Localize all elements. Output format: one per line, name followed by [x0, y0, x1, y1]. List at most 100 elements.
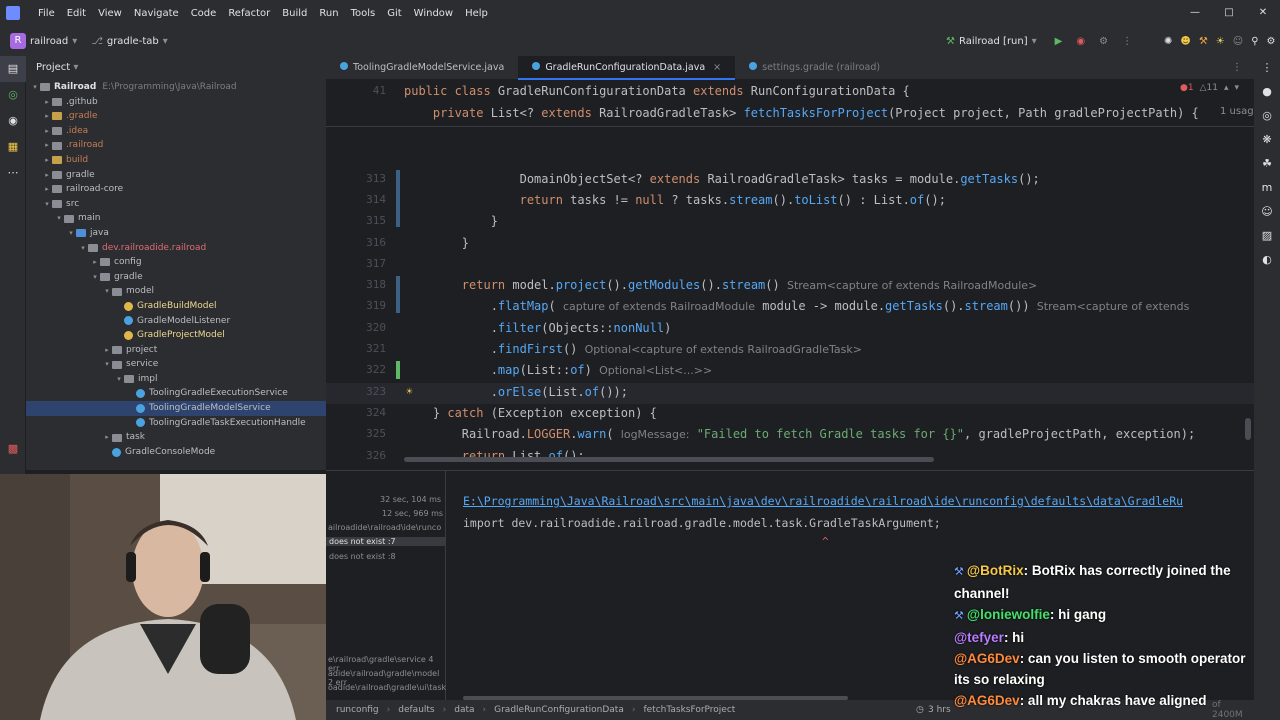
search-icon[interactable]: ⚲ [1251, 36, 1258, 47]
editor-tab[interactable]: settings.gradle (railroad) [735, 56, 894, 80]
usages-hint[interactable]: 1 usag [1220, 106, 1254, 117]
project-tree-item[interactable]: ToolingGradleTaskExecutionHandle [26, 416, 326, 431]
close-tab-icon[interactable]: × [713, 62, 721, 73]
code-line[interactable]: return tasks != null ? tasks.stream().to… [404, 193, 946, 207]
project-tree-item[interactable]: ▾ src [26, 197, 326, 212]
menu-edit[interactable]: Edit [61, 8, 92, 19]
project-tree-item[interactable]: ▸ build [26, 153, 326, 168]
sticky-header-line[interactable]: private List<? extends RailroadGradleTas… [404, 106, 1199, 120]
project-tree-item[interactable]: ▸ project [26, 343, 326, 358]
menu-refactor[interactable]: Refactor [222, 8, 276, 19]
build-item[interactable]: oadide\railroad\gradle\ui\task [328, 683, 446, 692]
code-line[interactable]: .filter(Objects::nonNull) [404, 321, 672, 335]
project-tree-item[interactable]: ToolingGradleModelService [26, 401, 326, 416]
code-line[interactable]: .map(List::of) Optional<List<...>> [404, 363, 713, 377]
editor-horizontal-scrollbar[interactable] [404, 457, 934, 462]
code-line[interactable]: .orElse(List.of()); [404, 385, 628, 399]
project-tree-item[interactable]: ▾ model [26, 284, 326, 299]
code-line[interactable]: Railroad.LOGGER.warn( logMessage: "Faile… [404, 427, 1195, 441]
project-tree-item[interactable]: ▸ task [26, 430, 326, 445]
chevron-right-icon[interactable]: ▸ [42, 138, 52, 153]
debug-icon[interactable]: ◉ [1076, 36, 1085, 47]
copilot-icon[interactable]: ☺ [1254, 200, 1280, 224]
code-line[interactable]: } catch (Exception exception) { [404, 406, 657, 420]
more-icon[interactable]: ⋮ [1122, 36, 1132, 47]
chevron-down-icon[interactable]: ▾ [1235, 83, 1240, 93]
build-item[interactable]: does not exist :7 [326, 537, 446, 546]
breadcrumb-item[interactable]: GradleRunConfigurationData [494, 705, 624, 715]
branch-switcher[interactable]: gradle-tab [107, 36, 159, 47]
run-icon[interactable]: ▶ [1055, 36, 1063, 47]
build-icon[interactable]: ⚙ [1099, 36, 1108, 47]
chevron-right-icon[interactable]: ▸ [102, 430, 112, 445]
chevron-down-icon[interactable]: ▾ [66, 226, 76, 241]
vcs-added-marker[interactable] [396, 361, 400, 380]
coverage-icon[interactable]: ◐ [1254, 248, 1280, 272]
breadcrumb-item[interactable]: fetchTasksForProject [643, 705, 735, 715]
chevron-down-icon[interactable]: ▾ [90, 270, 100, 285]
code-line[interactable]: DomainObjectSet<? extends RailroadGradle… [404, 172, 1040, 186]
project-tree-item[interactable]: ▾ service [26, 357, 326, 372]
breadcrumb-item[interactable]: runconfig [336, 705, 379, 715]
notifications-icon[interactable]: ⋮ [1254, 56, 1280, 80]
breadcrumb-item[interactable]: data [454, 705, 474, 715]
editor-tab[interactable]: GradleRunConfigurationData.java × [518, 55, 736, 80]
ai-assistant-icon[interactable]: ✺ [1164, 36, 1172, 47]
code-line[interactable]: .flatMap( capture of extends RailroadMod… [404, 299, 1190, 313]
maximize-icon[interactable]: □ [1212, 0, 1246, 26]
code-line[interactable]: } [404, 214, 498, 228]
menu-file[interactable]: File [32, 8, 61, 19]
code-line[interactable]: return model.project().getModules().stre… [404, 278, 1037, 292]
project-tree-item[interactable]: ▾ main [26, 211, 326, 226]
plugin-icon[interactable]: ☀ [1216, 36, 1225, 47]
chevron-down-icon[interactable]: ▾ [78, 241, 88, 256]
project-tree-item[interactable]: ▾ java [26, 226, 326, 241]
error-file-link[interactable]: E:\Programming\Java\Railroad\src\main\ja… [463, 494, 1228, 508]
chevron-right-icon[interactable]: ▸ [42, 109, 52, 124]
menu-view[interactable]: View [92, 8, 128, 19]
more-tabs-icon[interactable]: ⋮ [1232, 56, 1242, 80]
spiral-icon[interactable]: ❋ [1254, 128, 1280, 152]
editor-tab[interactable]: ToolingGradleModelService.java [326, 56, 518, 80]
project-tree-item[interactable]: ▸ config [26, 255, 326, 270]
chevron-up-icon[interactable]: ▴ [1224, 83, 1229, 93]
chevron-right-icon[interactable]: ▸ [42, 124, 52, 139]
project-tree-item[interactable]: GradleConsoleMode [26, 445, 326, 460]
project-tree-item[interactable]: ▸ gradle [26, 168, 326, 183]
run-config-selector[interactable]: Railroad [run] [959, 36, 1028, 47]
users-icon[interactable]: ☻ [1180, 36, 1190, 47]
gradle-tool-icon[interactable]: ☘ [1254, 152, 1280, 176]
project-tree-item[interactable]: GradleModelListener [26, 314, 326, 329]
hammer-icon[interactable]: ⚒ [946, 36, 955, 47]
wrench-icon[interactable]: ⚒ [1199, 36, 1208, 47]
robot-icon[interactable]: ▨ [1254, 224, 1280, 248]
project-tree-item[interactable]: ▸ .gradle [26, 109, 326, 124]
chevron-right-icon[interactable]: ▸ [42, 153, 52, 168]
chevron-down-icon[interactable]: ▾ [30, 80, 40, 95]
ai-chat-icon[interactable]: ◎ [1254, 104, 1280, 128]
menu-help[interactable]: Help [459, 8, 494, 19]
menu-build[interactable]: Build [276, 8, 313, 19]
menu-code[interactable]: Code [185, 8, 223, 19]
close-icon[interactable]: ✕ [1246, 0, 1280, 26]
menu-git[interactable]: Git [381, 8, 407, 19]
project-tree-item[interactable]: ▾ Railroad E:\Programming\Java\Railroad [26, 80, 326, 95]
project-tree-item[interactable]: ToolingGradleExecutionService [26, 386, 326, 401]
project-tool-icon[interactable]: ▤ [0, 56, 26, 82]
code-editor[interactable]: ☀ 41 public class GradleRunConfigurationDa… [326, 80, 1254, 505]
editor-vertical-scrollbar[interactable] [1245, 418, 1251, 440]
chevron-down-icon[interactable]: ▾ [102, 284, 112, 299]
commit-tool-icon[interactable]: ◎ [0, 82, 26, 108]
project-tree-item[interactable]: ▸ .idea [26, 124, 326, 139]
build-item[interactable]: does not exist :8 [329, 552, 396, 561]
chevron-down-icon[interactable]: ▾ [102, 357, 112, 372]
chevron-right-icon[interactable]: ▸ [42, 168, 52, 183]
chevron-right-icon[interactable]: ▸ [42, 95, 52, 110]
copilot-icon[interactable]: ☺ [1233, 36, 1243, 47]
project-tree-item[interactable]: ▸ .railroad [26, 138, 326, 153]
structure-tool-icon[interactable]: ▦ [0, 134, 26, 160]
menu-tools[interactable]: Tools [345, 8, 382, 19]
project-switcher[interactable]: railroad [30, 36, 68, 47]
chevron-down-icon[interactable]: ▾ [42, 197, 52, 212]
inspection-widget[interactable]: ●1 △11 ▴ ▾ [1180, 83, 1239, 93]
